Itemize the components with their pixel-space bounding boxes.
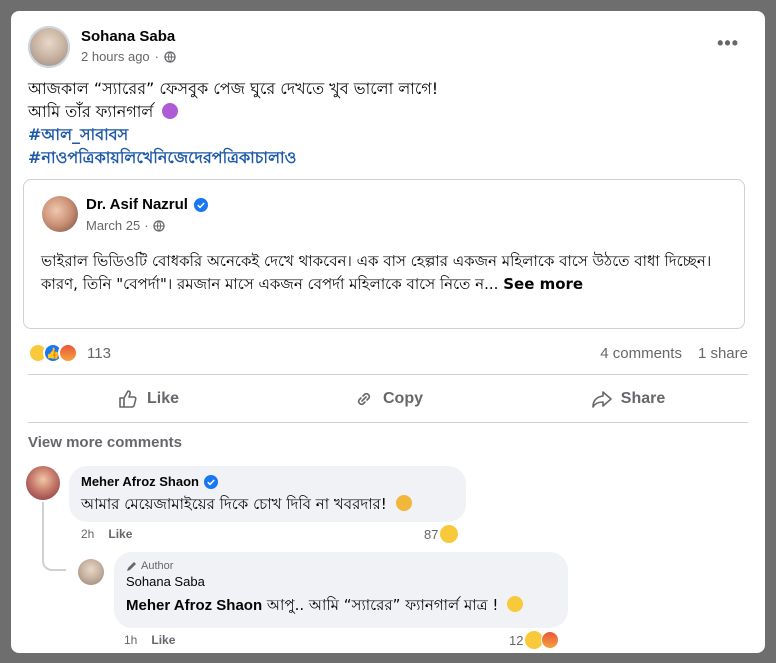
shared-time[interactable]: March 25 [86,218,140,233]
reply-like-button[interactable]: Like [151,633,175,647]
shared-text: ভাইরাল ভিডিওটি বোধকরি অনেকেই দেখে থাকবেন… [41,250,731,296]
comment-reaction-count: 87 [424,526,439,542]
share-button-label: Share [620,390,666,407]
comment-bubble: Meher Afroz Shaon আমার মেয়েজামাইয়ের দি… [69,466,466,522]
comments-count[interactable]: 4 comments [600,345,682,362]
share-button[interactable]: Share [508,381,748,417]
like-button-label: Like [146,390,179,407]
see-more-link[interactable]: See more [503,275,583,293]
reply-time[interactable]: 1h [124,633,137,647]
post-line-2: আমি তাঁর ফ্যানগার্ল [28,102,154,121]
reactions-row: 👍 113 4 comments 1 share [28,341,748,365]
shared-author-row: Dr. Asif Nazrul [86,196,208,213]
post-card: Sohana Saba 2 hours ago · ••• আজকাল “স্য… [11,11,765,653]
comment-author-name[interactable]: Meher Afroz Shaon [81,474,199,489]
post-line-1: আজকাল “স্যারের” ফেসবুক পেজ ঘুরে দেখতে খু… [28,79,439,98]
reply-author-name[interactable]: Sohana Saba [126,574,556,589]
hashtag-link-2[interactable]: #নাওপত্রিকায়লিখেনিজেদেরপত্রিকাচালাও [28,146,438,169]
comment-text-row: আমার মেয়েজামাইয়ের দিকে চোখ দিবি না খবর… [81,493,454,518]
reply-mention[interactable]: Meher Afroz Shaon [126,597,262,614]
reply-reaction-count: 12 [509,632,524,648]
angry-reaction-icon [541,631,560,649]
comment-author-row: Meher Afroz Shaon [81,474,454,489]
post-text: আজকাল “স্যারের” ফেসবুক পেজ ঘুরে দেখতে খু… [28,77,438,169]
reply-author-avatar[interactable] [78,559,104,585]
copy-button[interactable]: Copy [268,381,508,417]
shared-meta: March 25 · [86,218,165,233]
pencil-icon [127,561,136,571]
verified-badge-icon [193,197,208,212]
globe-icon [164,50,176,63]
angry-face-emoji-icon [395,495,412,511]
comment-like-button[interactable]: Like [108,527,132,541]
globe-icon [152,219,165,232]
star-struck-emoji-icon [162,103,179,119]
reply-text: আপু.. আমি “স্যারের” ফ্যানগার্ল মাত্র ! [266,596,499,614]
shared-post[interactable]: Dr. Asif Nazrul March 25 · ভাইরাল ভিডিওট… [23,179,745,329]
author-tag-label: Author [141,560,174,572]
post-meta: 2 hours ago · [81,49,176,64]
shared-author-avatar[interactable] [42,196,78,232]
divider [28,374,748,375]
copy-button-label: Copy [383,390,423,407]
share-arrow-icon [591,391,612,408]
reply-bubble: Author Sohana Saba Meher Afroz Shaon আপু… [114,552,568,628]
reply-footer: 1h Like [124,633,175,647]
angry-reaction-icon [58,343,78,363]
reaction-count[interactable]: 113 [87,345,111,362]
like-button[interactable]: Like [28,381,268,417]
link-icon [357,392,371,406]
smiling-face-emoji-icon [507,596,524,612]
thumbs-up-icon [119,390,137,408]
comment-text: আমার মেয়েজামাইয়ের দিকে চোখ দিবি না খবর… [81,495,387,513]
reaction-icons[interactable]: 👍 [28,343,78,363]
reply-thread-line [42,502,66,571]
commenter-avatar[interactable] [26,466,60,500]
post-time[interactable]: 2 hours ago [81,49,150,64]
haha-reaction-icon [440,525,459,543]
action-bar: Like Copy Share [28,381,748,417]
comment-footer: 2h Like [81,527,132,541]
more-options-icon[interactable]: ••• [717,33,739,54]
view-more-comments-link[interactable]: View more comments [28,434,182,451]
reply-text-row: Meher Afroz Shaon আপু.. আমি “স্যারের” ফ্… [126,594,556,619]
post-author-name[interactable]: Sohana Saba [81,28,175,45]
divider [28,422,748,423]
verified-badge-icon [203,474,218,489]
post-line-2-row: আমি তাঁর ফ্যানগার্ল [28,100,438,123]
reply-reactions[interactable]: 12 [509,631,560,649]
shares-count[interactable]: 1 share [698,345,748,362]
comment-reactions[interactable]: 87 [424,525,459,543]
shared-body: ভাইরাল ভিডিওটি বোধকরি অনেকেই দেখে থাকবেন… [41,252,712,293]
author-tag: Author [126,560,556,572]
hashtag-link-1[interactable]: #আল_সাবাবস [28,123,438,146]
post-stats: 4 comments 1 share [600,345,748,362]
shared-author-name[interactable]: Dr. Asif Nazrul [86,196,188,213]
post-author-avatar[interactable] [28,26,70,68]
comment-time[interactable]: 2h [81,527,94,541]
